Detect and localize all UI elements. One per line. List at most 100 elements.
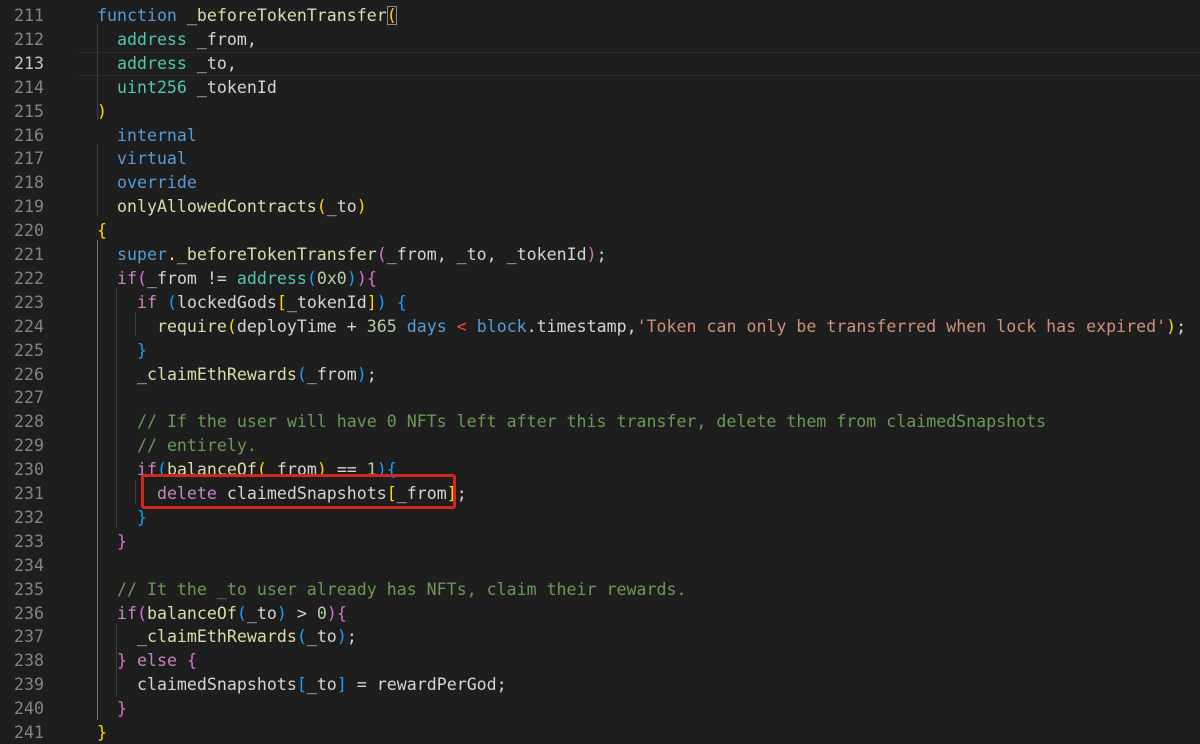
code-token: require	[156, 316, 227, 336]
code-token: )	[1166, 316, 1177, 336]
code-token: _to,	[186, 53, 237, 73]
code-line[interactable]: 235 // It the _to user already has NFTs,…	[0, 578, 1200, 602]
line-number: 230	[14, 460, 44, 480]
code-text: address _from,	[97, 28, 257, 52]
code-token: (	[376, 245, 387, 264]
line-number: 219	[14, 197, 44, 217]
code-token: {	[396, 292, 407, 312]
code-line[interactable]: 218 override	[0, 171, 1200, 195]
code-line[interactable]: 232 }	[0, 506, 1200, 530]
line-number: 240	[14, 699, 44, 719]
code-line[interactable]: 220 {	[0, 219, 1200, 243]
code-token: 0x0	[316, 268, 347, 288]
code-line[interactable]: 236 if(balanceOf(_to) > 0){	[0, 602, 1200, 626]
code-token: _from !=	[146, 268, 237, 288]
code-text: _claimEthRewards(_from);	[97, 363, 377, 387]
code-text: if(balanceOf(_to) > 0){	[97, 602, 347, 626]
code-token: (	[236, 603, 247, 623]
code-line[interactable]: 233 }	[0, 530, 1200, 554]
code-token: else	[136, 651, 177, 671]
code-line[interactable]: 223 if (lockedGods[_tokenId]) {	[0, 291, 1200, 315]
code-token: (	[296, 627, 307, 647]
code-token: ;	[346, 627, 357, 647]
code-line[interactable]: 234	[0, 554, 1200, 578]
indent-guide	[135, 480, 136, 504]
code-token: >	[286, 603, 317, 623]
code-line[interactable]: 239 claimedSnapshots[_to] = rewardPerGod…	[0, 673, 1200, 697]
code-token: = rewardPerGod;	[346, 675, 507, 695]
code-text: internal	[97, 124, 197, 148]
code-line[interactable]: 225 }	[0, 339, 1200, 363]
code-text: {	[97, 219, 107, 243]
code-line[interactable]: 222 if(_from != address(0x0)){	[0, 267, 1200, 291]
code-line[interactable]: 240 }	[0, 697, 1200, 721]
code-token: 0	[316, 603, 327, 623]
code-token: _tokenId	[286, 292, 367, 312]
code-text: virtual	[97, 147, 187, 171]
code-line[interactable]: 219 onlyAllowedContracts(_to)	[0, 195, 1200, 219]
code-line[interactable]: 214 uint256 _tokenId	[0, 76, 1200, 100]
code-line[interactable]: 216 internal	[0, 124, 1200, 148]
code-line[interactable]: 211 function _beforeTokenTransfer(	[0, 4, 1200, 28]
code-token: _tokenId	[186, 77, 277, 97]
code-line[interactable]: 224 require(deployTime + 365 days < bloc…	[0, 315, 1200, 339]
code-token: (	[166, 292, 177, 312]
red-highlight-box	[141, 474, 456, 509]
code-token: )	[356, 268, 367, 288]
code-line[interactable]: 238 } else {	[0, 649, 1200, 673]
code-token: address	[116, 29, 187, 49]
code-text: function _beforeTokenTransfer(	[97, 4, 397, 28]
code-editor[interactable]: 211 function _beforeTokenTransfer(212 add…	[0, 0, 1200, 744]
code-text: claimedSnapshots[_to] = rewardPerGod;	[97, 673, 507, 697]
code-token: _beforeTokenTransfer	[176, 245, 377, 264]
line-number: 221	[14, 245, 44, 264]
code-token: )	[356, 197, 367, 217]
code-line[interactable]: 226 _claimEthRewards(_from);	[0, 363, 1200, 387]
code-line[interactable]: 227	[0, 386, 1200, 410]
code-text: }	[97, 721, 107, 744]
line-number: 239	[14, 675, 44, 695]
code-line[interactable]: 221 super._beforeTokenTransfer(_from, _t…	[0, 243, 1200, 267]
code-line[interactable]: 237 _claimEthRewards(_to);	[0, 625, 1200, 649]
code-token: }	[136, 340, 147, 360]
code-line[interactable]: 217 virtual	[0, 147, 1200, 171]
code-line[interactable]: 213 address _to,	[0, 51, 1200, 76]
code-line[interactable]: 212 address _from,	[0, 28, 1200, 52]
indent-guide	[116, 288, 117, 528]
line-number: 238	[14, 651, 44, 671]
code-token: <	[456, 316, 467, 336]
code-line[interactable]: 241}	[0, 721, 1200, 744]
code-token: _to	[326, 197, 357, 217]
code-token: _to	[246, 603, 277, 623]
line-number: 216	[14, 125, 44, 145]
code-token: onlyAllowedContracts	[116, 197, 317, 217]
code-token: _from,	[186, 29, 257, 49]
code-token: // If the user will have 0 NFTs left aft…	[136, 412, 1047, 432]
indent-guide	[97, 24, 98, 120]
code-token: if	[136, 292, 157, 312]
code-line[interactable]: 229 // entirely.	[0, 434, 1200, 458]
code-line[interactable]: 215)	[0, 100, 1200, 124]
code-token: (	[226, 316, 237, 336]
line-number: 224	[14, 316, 44, 336]
code-line[interactable]: 228 // If the user will have 0 NFTs left…	[0, 410, 1200, 434]
code-token: [	[296, 675, 307, 695]
code-text: if (lockedGods[_tokenId]) {	[97, 291, 407, 315]
code-token: override	[116, 173, 197, 193]
code-text: if(_from != address(0x0)){	[97, 267, 377, 291]
code-text: address _to,	[97, 52, 237, 76]
line-number: 235	[14, 579, 44, 599]
code-token: (	[136, 603, 147, 623]
code-token: deployTime +	[236, 316, 367, 336]
